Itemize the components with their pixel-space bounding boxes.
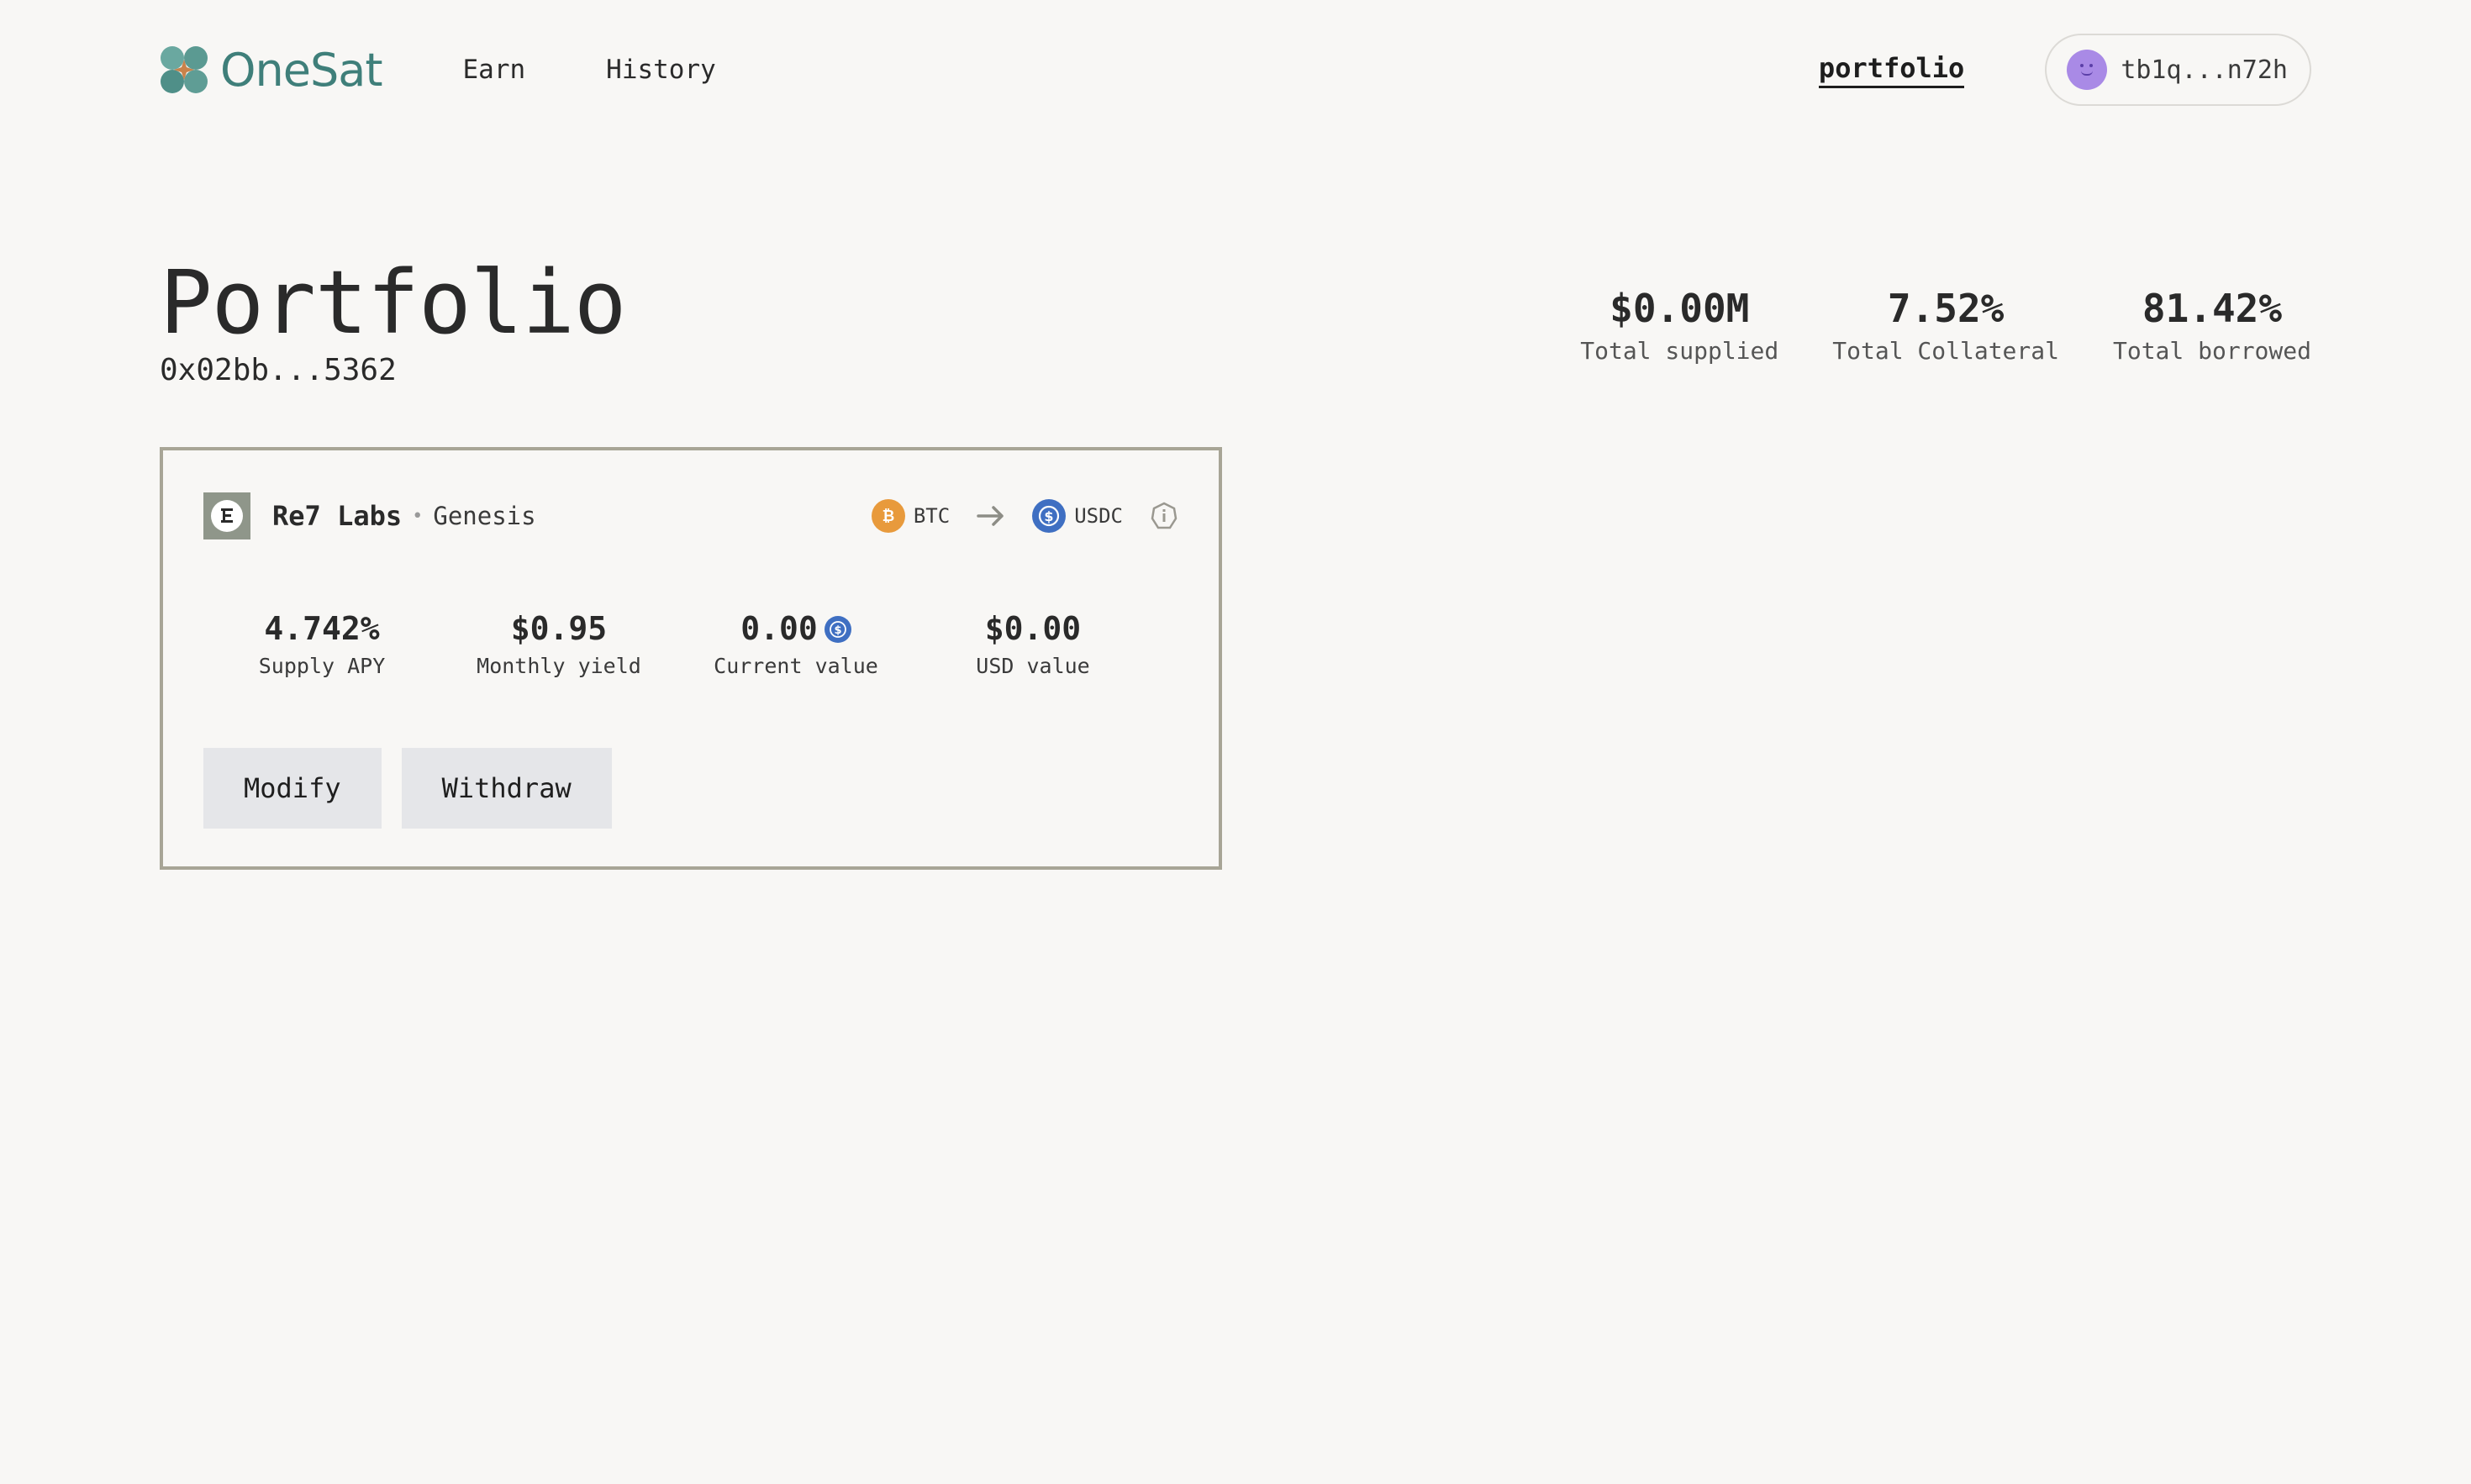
avatar — [2067, 50, 2108, 90]
nav-portfolio[interactable]: portfolio — [1818, 52, 1965, 88]
stat-label: Total borrowed — [2112, 337, 2311, 366]
brand-logo[interactable]: OneSat — [160, 44, 382, 97]
svg-text:$: $ — [1045, 508, 1054, 524]
position-metrics: 4.742% Supply APY $0.95 Monthly yield 0.… — [203, 610, 1178, 678]
metric-label: Supply APY — [258, 653, 386, 678]
metric-label: Current value — [714, 653, 878, 678]
metric-value: 4.742% — [264, 610, 380, 647]
usdc-icon: $ — [1032, 499, 1067, 533]
summary-stats: $0.00M Total supplied 7.52% Total Collat… — [1580, 286, 2311, 365]
metric-value: $0.95 — [510, 610, 608, 647]
info-icon[interactable] — [1150, 502, 1178, 530]
metric-label: Monthly yield — [477, 653, 641, 678]
position-card-header: Re7 Labs • Genesis ₿ BTC $ USDC — [203, 492, 1178, 539]
vault-name: Re7 Labs — [272, 500, 403, 532]
withdraw-button[interactable]: Withdraw — [401, 748, 612, 829]
market-pair: ₿ BTC $ USDC — [871, 499, 1178, 533]
four-petal-logo-icon — [161, 46, 208, 93]
metric-value-with-icon: 0.00 $ — [740, 610, 851, 649]
metric-value: $0.00 — [984, 610, 1082, 647]
wallet-address: tb1q...n72h — [2121, 55, 2288, 85]
brand-name: OneSat — [220, 43, 382, 97]
main-nav: Earn History — [463, 55, 716, 85]
collateral-asset: BTC — [913, 504, 951, 528]
top-navbar: OneSat Earn History portfolio tb1q...n72… — [160, 34, 2311, 106]
separator-dot: • — [412, 505, 424, 527]
portfolio-page: OneSat Earn History portfolio tb1q...n72… — [0, 0, 2471, 1484]
position-card: Re7 Labs • Genesis ₿ BTC $ USDC 4.742% S… — [160, 447, 1222, 870]
nav-history[interactable]: History — [606, 55, 716, 85]
stat-total-borrowed: 81.42% Total borrowed — [2113, 286, 2311, 365]
wallet-button[interactable]: tb1q...n72h — [2045, 34, 2311, 106]
metric-label: USD value — [976, 653, 1090, 678]
metric-usd-value: $0.00 USD value — [914, 610, 1151, 678]
account-address: 0x02bb...5362 — [160, 353, 397, 387]
modify-button[interactable]: Modify — [203, 748, 382, 829]
nav-earn[interactable]: Earn — [463, 55, 526, 85]
metric-value: 0.00 — [740, 610, 818, 647]
metric-supply-apy: 4.742% Supply APY — [203, 610, 440, 678]
stat-total-collateral: 7.52% Total Collateral — [1832, 286, 2059, 365]
loan-asset: USDC — [1074, 504, 1123, 528]
arrow-right-icon — [977, 506, 1004, 526]
svg-text:$: $ — [834, 624, 841, 637]
stat-value: 7.52% — [1887, 286, 2005, 331]
stat-label: Total supplied — [1580, 337, 1779, 366]
svg-text:₿: ₿ — [882, 508, 895, 525]
stat-label: Total Collateral — [1832, 337, 2059, 366]
usdc-icon: $ — [824, 615, 851, 643]
stat-value: $0.00M — [1610, 286, 1750, 331]
page-title: Portfolio — [160, 251, 627, 354]
vault-tag: Genesis — [433, 502, 536, 530]
position-actions: Modify Withdraw — [203, 748, 612, 829]
stat-value: 81.42% — [2142, 286, 2283, 331]
bitcoin-icon: ₿ — [871, 499, 905, 533]
metric-monthly-yield: $0.95 Monthly yield — [440, 610, 677, 678]
header-right: portfolio tb1q...n72h — [1818, 34, 2311, 106]
metric-current-value: 0.00 $ Current value — [677, 610, 914, 678]
vault-logo-icon — [203, 492, 250, 539]
vault-glyph-icon — [221, 508, 233, 523]
stat-total-supplied: $0.00M Total supplied — [1580, 286, 1778, 365]
